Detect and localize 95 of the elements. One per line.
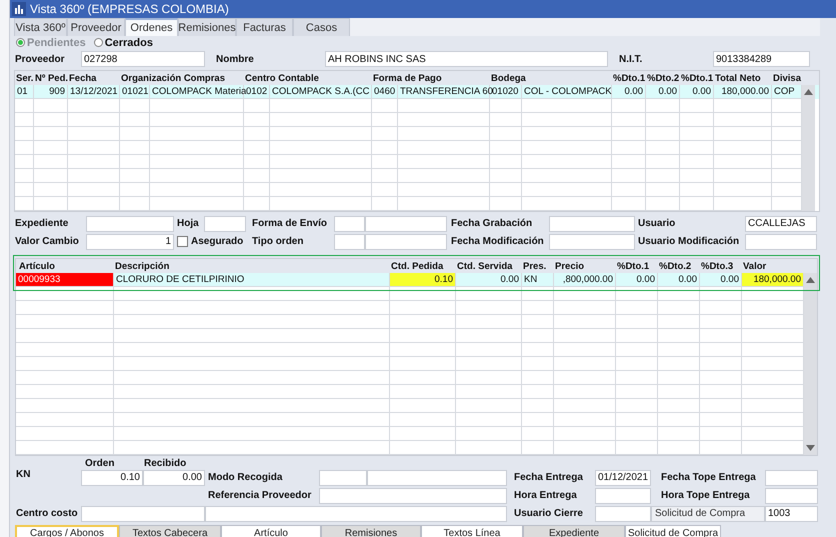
field-label: Modo Recogida xyxy=(207,472,282,483)
input-field[interactable] xyxy=(595,506,651,522)
app-logo-icon xyxy=(12,2,26,16)
input-field[interactable] xyxy=(319,470,367,486)
input-field[interactable]: 0.00 xyxy=(143,470,205,486)
input-field[interactable]: 0.10 xyxy=(81,470,143,486)
input-field[interactable] xyxy=(549,216,635,232)
field-label: Nombre xyxy=(215,54,255,64)
column-header[interactable]: Divisa xyxy=(772,73,802,85)
checkbox[interactable]: Asegurado xyxy=(174,236,246,247)
column-header[interactable]: Nº Ped. xyxy=(34,73,68,85)
column-header[interactable]: %Dto.2 xyxy=(658,261,700,273)
column-header[interactable]: %Dto.3 xyxy=(700,261,742,273)
tab[interactable]: Vista 360º xyxy=(14,18,67,36)
column-header[interactable]: Ctd. Servida xyxy=(456,261,522,273)
column-header[interactable]: Precio xyxy=(554,261,616,273)
field-label: Centro costo xyxy=(15,508,78,519)
column-header[interactable]: Ctd. Pedida xyxy=(390,261,456,273)
field-label: Referencia Proveedor xyxy=(207,490,312,501)
tab[interactable]: Casos xyxy=(293,18,350,36)
column-header[interactable]: %Dto.1 xyxy=(612,73,646,85)
tab[interactable]: Facturas xyxy=(236,18,293,36)
column-header[interactable]: Artículo xyxy=(16,261,114,273)
input-field[interactable] xyxy=(334,216,365,232)
table-cell: 00009933 xyxy=(16,273,114,287)
column-header[interactable]: Centro Contable xyxy=(244,73,372,85)
field-label: Tipo orden xyxy=(251,236,304,247)
field-label: Usuario Modificación xyxy=(637,236,740,247)
input-field[interactable] xyxy=(205,506,507,522)
window-title: Vista 360º (EMPRESAS COLOMBIA) xyxy=(30,2,229,16)
unit-label: KN xyxy=(15,469,30,480)
column-header[interactable]: %Dto.2 xyxy=(646,73,680,85)
field-label: N.I.T. xyxy=(618,54,644,64)
input-field[interactable] xyxy=(319,488,507,504)
column-header[interactable]: Forma de Pago xyxy=(372,73,490,85)
input-field[interactable] xyxy=(765,488,818,504)
scroll-down-icon[interactable] xyxy=(806,445,815,451)
field-label: Hora Tope Entrega xyxy=(660,490,750,501)
field-label: Hora Entrega xyxy=(513,490,577,501)
tab[interactable]: Ordenes xyxy=(125,18,178,36)
column-header[interactable]: %Dto.1 xyxy=(616,261,658,273)
scroll-up-icon[interactable] xyxy=(804,89,813,95)
field-label: Forma de Envío xyxy=(251,218,328,229)
scroll-up-icon[interactable] xyxy=(806,277,815,283)
column-header[interactable]: Fecha xyxy=(68,73,120,85)
column-header[interactable]: Bodega xyxy=(490,73,612,85)
input-field[interactable] xyxy=(86,216,174,232)
field-label: Orden xyxy=(84,458,114,468)
input-field[interactable] xyxy=(765,470,818,486)
input-field[interactable]: 9013384289 xyxy=(713,51,810,67)
column-header[interactable]: Pres. xyxy=(522,261,554,273)
tab[interactable]: Artículo xyxy=(221,525,321,537)
table-cell: 180,000.00 xyxy=(742,273,804,287)
input-field[interactable] xyxy=(365,234,447,250)
input-field[interactable]: 1 xyxy=(86,234,174,250)
input-field[interactable] xyxy=(204,216,246,232)
input-field[interactable] xyxy=(81,506,205,522)
table-row[interactable]: 01 909 13/12/2021 01021 COLOMPACK Materia0102 COLOMPACK S.A.(CC 0460 TRANSFERENCIA 6001020 COL - COLOMPACK 0.00 0.00 0.00 180,000.00 COP xyxy=(15,85,819,99)
field-label: Fecha Grabación xyxy=(450,218,532,229)
tab[interactable]: Textos Línea xyxy=(421,525,523,537)
table-row[interactable]: 00009933 CLORURO DE CETILPIRINIO 0.10 0.00 KN ,800,000.00 0.00 0.00 0.00 180,000.00 xyxy=(16,273,817,287)
input-field[interactable] xyxy=(549,234,635,250)
column-header[interactable]: Valor xyxy=(742,261,804,273)
field-label: Solicitud de Compra xyxy=(651,506,765,522)
column-header[interactable]: Total Neto xyxy=(714,73,772,85)
field-label: Usuario Cierre xyxy=(513,508,583,519)
input-field[interactable] xyxy=(595,488,651,504)
field-label: Proveedor xyxy=(14,54,66,64)
input-field[interactable]: CCALLEJAS xyxy=(745,216,817,232)
input-field[interactable]: 027298 xyxy=(81,51,205,67)
field-label: Fecha Entrega xyxy=(513,472,583,483)
table-cell: 0.10 xyxy=(390,273,456,287)
tab[interactable]: Remisiones xyxy=(178,18,236,36)
field-label: Recibido xyxy=(143,458,186,468)
column-header[interactable]: %Dto.1 xyxy=(680,73,714,85)
input-field[interactable] xyxy=(745,234,817,250)
column-header[interactable]: Descripción xyxy=(114,261,390,273)
tab[interactable]: Proveedor xyxy=(67,18,125,36)
radio-option[interactable]: Cerrados xyxy=(94,36,153,48)
input-field[interactable] xyxy=(365,216,447,232)
tab[interactable]: Remisiones xyxy=(321,525,421,537)
column-header[interactable]: Organización Compras xyxy=(120,73,244,85)
field-label: Expediente xyxy=(14,218,68,229)
input-field[interactable]: 1003 xyxy=(765,506,818,522)
column-header[interactable]: Ser. xyxy=(15,73,34,85)
input-field[interactable] xyxy=(334,234,365,250)
field-label: Fecha Tope Entrega xyxy=(660,472,756,483)
field-label: Fecha Modificación xyxy=(450,236,544,247)
field-label: Valor Cambio xyxy=(14,236,79,247)
field-label: Usuario xyxy=(637,218,676,229)
field-label: Hoja xyxy=(176,218,199,229)
input-field[interactable]: AH ROBINS INC SAS xyxy=(325,51,608,67)
tab[interactable]: Textos Cabecera xyxy=(119,525,221,537)
input-field[interactable] xyxy=(367,470,507,486)
input-field[interactable]: 01/12/2021 xyxy=(595,470,651,486)
